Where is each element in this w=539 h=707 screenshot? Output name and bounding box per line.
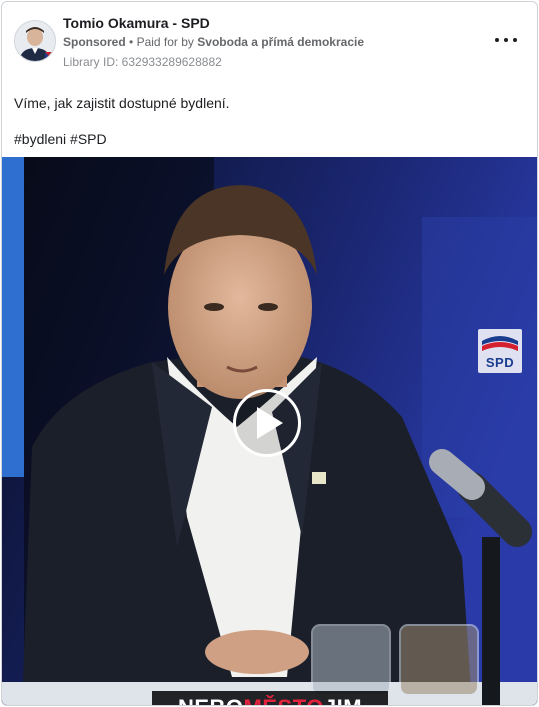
sponsored-label: Sponsored	[63, 35, 126, 49]
post-hashtags[interactable]: #bydleni #SPD	[14, 131, 107, 147]
more-dot	[504, 38, 508, 42]
video-subtitle: NEBO MĚSTO JIM	[152, 691, 388, 705]
post-text: Víme, jak zajistit dostupné bydlení.	[14, 95, 230, 111]
separator-dot: •	[129, 35, 137, 49]
page-name[interactable]: Tomio Okamura - SPD	[63, 15, 210, 31]
post-header: Tomio Okamura - SPD Sponsored • Paid for…	[2, 2, 537, 82]
avatar[interactable]	[14, 20, 56, 62]
spd-logo-text: SPD	[485, 355, 515, 370]
paid-by-name[interactable]: Svoboda a přímá demokracie	[197, 35, 364, 49]
more-dot	[495, 38, 499, 42]
subtitle-highlight-word: MĚSTO	[244, 695, 324, 705]
more-horizontal-icon[interactable]	[495, 32, 517, 48]
sponsor-info: Sponsored • Paid for by Svoboda a přímá …	[63, 35, 364, 49]
subtitle-word: NEBO	[178, 695, 244, 705]
more-dot	[513, 38, 517, 42]
library-id: Library ID: 632933289628882	[63, 55, 222, 69]
paid-for-label: Paid for by	[136, 35, 194, 49]
play-triangle-icon	[257, 407, 283, 439]
subtitle-word: JIM	[324, 695, 362, 705]
play-icon[interactable]	[233, 389, 301, 457]
ad-card: Tomio Okamura - SPD Sponsored • Paid for…	[1, 1, 538, 706]
spd-logo: SPD	[478, 329, 522, 373]
